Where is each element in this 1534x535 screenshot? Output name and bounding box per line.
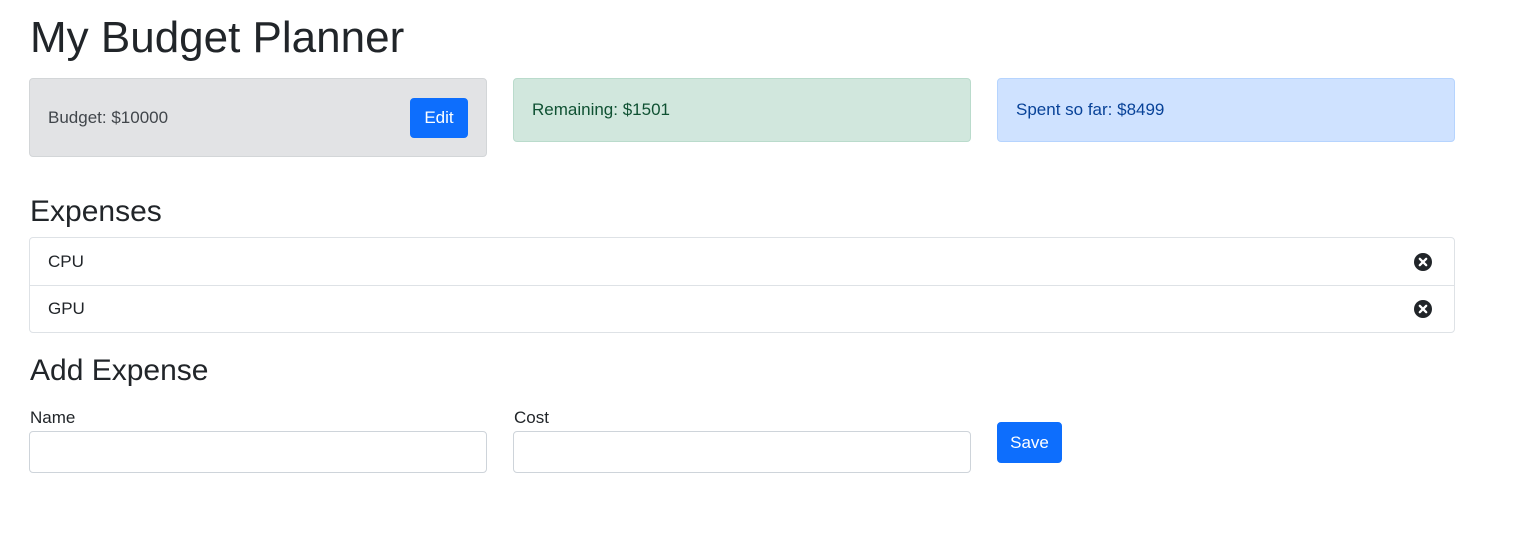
add-expense-title: Add Expense xyxy=(30,354,209,387)
expenses-title: Expenses xyxy=(30,195,162,228)
delete-expense-icon[interactable] xyxy=(1414,300,1432,318)
budget-app: My Budget Planner Budget: $10000 Edit Re… xyxy=(0,0,1534,535)
expense-item: CPU xyxy=(30,238,1454,285)
remaining-label: Remaining: $1501 xyxy=(532,100,670,119)
expense-name: GPU xyxy=(48,299,85,318)
budget-card: Budget: $10000 Edit xyxy=(29,78,487,157)
cost-input[interactable] xyxy=(513,431,971,473)
expense-name: CPU xyxy=(48,251,84,271)
delete-expense-icon[interactable] xyxy=(1414,252,1432,271)
budget-label: Budget: $10000 xyxy=(48,107,169,127)
edit-budget-button[interactable]: Edit xyxy=(410,97,468,138)
cost-field-group: Cost xyxy=(513,407,971,473)
page-title: My Budget Planner xyxy=(30,13,405,62)
save-button[interactable]: Save xyxy=(997,422,1062,463)
name-label: Name xyxy=(30,408,76,427)
expense-item: GPU xyxy=(30,285,1454,332)
name-field-group: Name xyxy=(29,407,487,473)
name-input[interactable] xyxy=(29,431,487,473)
spent-card: Spent so far: $8499 xyxy=(997,78,1455,142)
spent-label: Spent so far: $8499 xyxy=(1016,100,1165,119)
expense-list: CPU GPU xyxy=(29,237,1455,333)
cost-label: Cost xyxy=(514,408,549,427)
remaining-card: Remaining: $1501 xyxy=(513,78,971,142)
